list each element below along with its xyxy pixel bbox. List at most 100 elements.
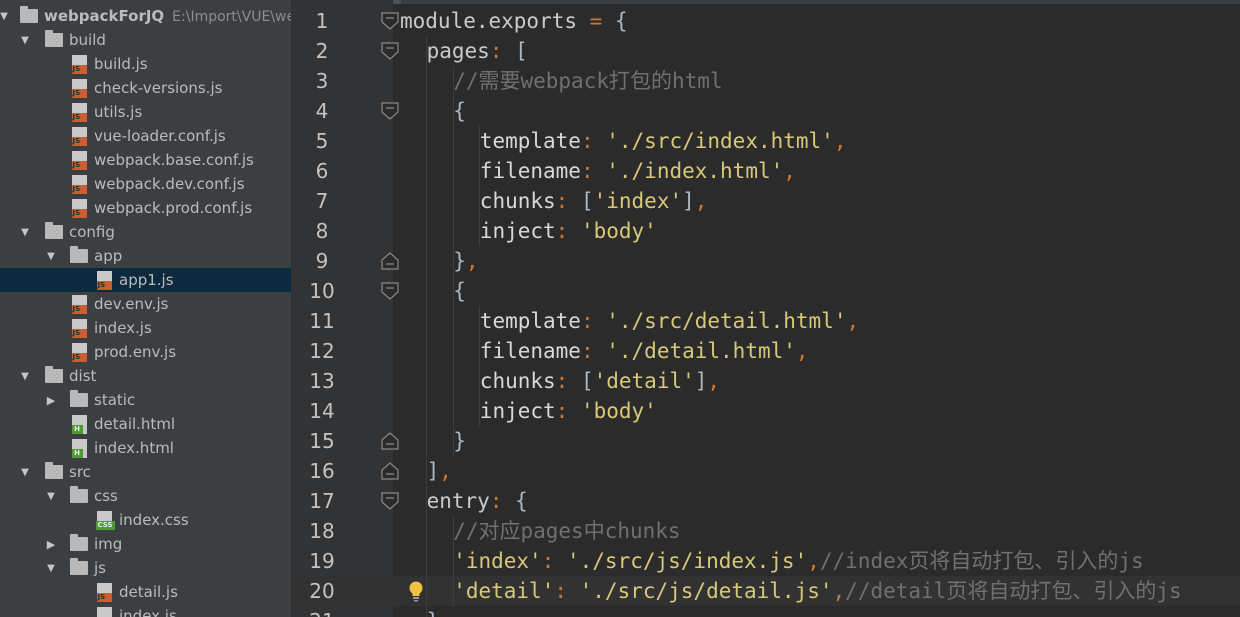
code-line[interactable]: 9}, [293,246,1240,276]
chevron-down-icon[interactable]: ▼ [0,4,9,28]
code-line[interactable]: 7 chunks: ['index'], [293,186,1240,216]
code-text: inject: 'body' [480,396,657,426]
chevron-down-icon[interactable]: ▼ [20,460,30,484]
tree-file[interactable]: JS prod.env.js [0,340,291,364]
chevron-down-icon[interactable]: ▼ [46,244,56,268]
code-line[interactable]: 11 template: './src/detail.html', [293,306,1240,336]
code-line[interactable]: 16], [293,456,1240,486]
chevron-right-icon[interactable]: ▶ [46,532,56,556]
chevron-down-icon[interactable]: ▼ [46,556,56,580]
tree-root[interactable]: ▼ webpackForJQ E:\Import\VUE\webpackForJQ [0,4,291,28]
tree-file[interactable]: JS index.js [0,604,291,617]
fold-open-icon[interactable] [381,282,399,300]
tree-file[interactable]: Hdetail.html [0,412,291,436]
tree-folder[interactable]: ▶ static [0,388,291,412]
tree-file[interactable]: JS check-versions.js [0,76,291,100]
tree-file[interactable]: Hindex.html [0,436,291,460]
tree-folder[interactable]: ▼ dist [0,364,291,388]
code-text: chunks: ['detail'], [480,366,720,396]
code-line[interactable]: 13 chunks: ['detail'], [293,366,1240,396]
code-line[interactable]: 18 //对应pages中chunks [293,516,1240,546]
code-token: : [555,399,581,423]
tree-file[interactable]: CSS index.css [0,508,291,532]
tree-file[interactable]: JS webpack.dev.conf.js [0,172,291,196]
code-text: { [453,276,466,306]
tree-folder[interactable]: ▼ src [0,460,291,484]
code-token: , [846,309,860,333]
code-line[interactable]: 3 //需要webpack打包的html [293,66,1240,96]
chevron-down-icon[interactable]: ▼ [20,28,30,52]
chevron-down-icon[interactable]: ▼ [46,484,56,508]
tree-folder[interactable]: ▼ config [0,220,291,244]
code-editor[interactable]: 1 module.exports = {2 pages: [3//需要webpack… [293,0,1240,617]
code-line[interactable]: 20 'detail': './src/js/detail.js',//detai… [293,576,1240,606]
fold-close-icon[interactable] [381,252,399,270]
js-file-icon: JS [69,317,89,339]
tree-item-label: webpack.prod.conf.js [94,199,253,217]
fold-open-icon[interactable] [381,492,399,510]
tree-item-label: app1.js [119,271,174,289]
code-line[interactable]: 12 filename: './detail.html', [293,336,1240,366]
code-text: } [427,606,440,617]
tree-file[interactable]: JS dev.env.js [0,292,291,316]
tree-folder[interactable]: ▼ css [0,484,291,508]
code-line[interactable]: 17 entry: { [293,486,1240,516]
tree-file[interactable]: JS utils.js [0,100,291,124]
code-token: pages [426,39,490,63]
code-line[interactable]: 14 inject: 'body' [293,396,1240,426]
code-line[interactable]: 4{ [293,96,1240,126]
tree-item-label: app [94,247,123,265]
code-line[interactable]: 8 inject: 'body' [293,216,1240,246]
tree-file[interactable]: JS app1.js [0,268,291,292]
code-token: : [555,219,581,243]
code-token: entry [426,489,490,513]
chevron-right-icon[interactable]: ▶ [46,388,56,412]
tree-file[interactable]: JS webpack.prod.conf.js [0,196,291,220]
chevron-down-icon[interactable]: ▼ [20,364,30,388]
line-number: 19 [309,549,335,573]
code-line[interactable]: 15} [293,426,1240,456]
indent-guide [426,96,427,126]
tree-folder[interactable]: ▼ js [0,556,291,580]
line-number: 20 [309,579,335,603]
line-number: 14 [309,399,335,423]
code-token: , [783,159,796,183]
fold-open-icon[interactable] [381,102,399,120]
tree-item-label: prod.env.js [94,343,177,361]
tree-folder[interactable]: ▼ app [0,244,291,268]
code-token: , [439,459,452,483]
code-token: [ [580,369,594,393]
tree-file[interactable]: JS detail.js [0,580,291,604]
code-line[interactable]: 6 filename: './index.html', [293,156,1240,186]
tree-file[interactable]: JS index.js [0,316,291,340]
fold-close-icon[interactable] [381,432,399,450]
code-line[interactable]: 2 pages: [ [293,36,1240,66]
code-token: ] [426,459,440,483]
code-line[interactable]: 21} [293,606,1240,617]
fold-close-icon[interactable] [381,462,399,480]
fold-open-icon[interactable] [381,12,399,30]
project-tree[interactable]: ▼ webpackForJQ E:\Import\VUE\webpackForJQ… [0,0,291,617]
tree-folder[interactable]: ▼ build [0,28,291,52]
tree-folder[interactable]: ▶ img [0,532,291,556]
code-line[interactable]: 1 module.exports = { [293,6,1240,36]
code-line[interactable]: 10 { [293,276,1240,306]
indent-guide [452,396,454,426]
code-token: './src/detail.html' [606,309,847,333]
code-line[interactable]: 5 template: './src/index.html', [293,126,1240,156]
tree-file[interactable]: JS vue-loader.conf.js [0,124,291,148]
tree-file[interactable]: JS webpack.base.conf.js [0,148,291,172]
code-token: : [580,159,607,183]
fold-open-icon[interactable] [381,42,399,60]
indent-guide [426,126,427,156]
code-token: 'detail' [453,579,555,603]
chevron-down-icon[interactable]: ▼ [20,220,30,244]
code-line[interactable]: 19 'index': './src/js/index.js',//index页将… [293,546,1240,576]
html-file-icon: H [69,437,89,459]
code-token: 'index' [453,549,542,573]
lightbulb-icon[interactable] [407,580,425,602]
line-number: 3 [315,69,329,93]
code-token: ] [682,189,695,213]
js-file-icon: JS [69,101,89,123]
tree-file[interactable]: JS build.js [0,52,291,76]
